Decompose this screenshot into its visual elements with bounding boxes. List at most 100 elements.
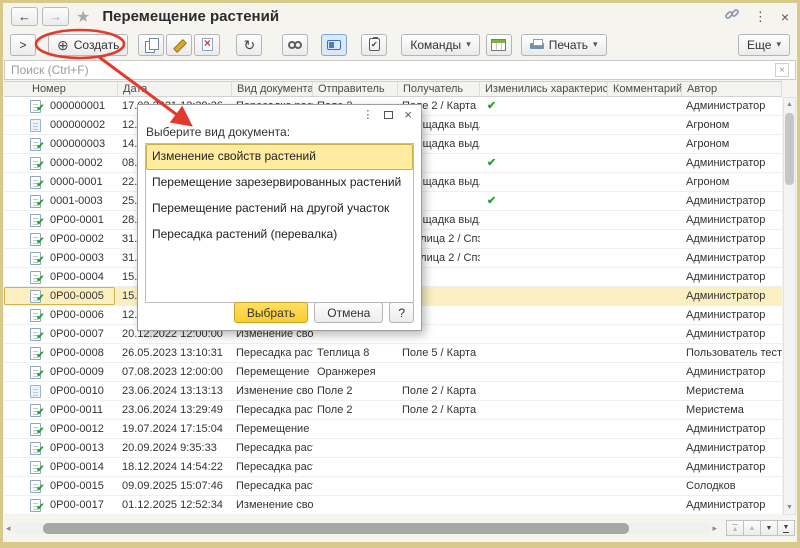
vertical-scroll-thumb[interactable] [785, 113, 794, 185]
table-row[interactable]: 0P00-001320.09.2024 9:35:33Пересадка рас… [4, 439, 782, 458]
copy-button[interactable] [138, 34, 164, 56]
cell-comment [608, 306, 682, 324]
column-header[interactable]: Комментарий [608, 82, 682, 96]
search-input[interactable]: Поиск (Ctrl+F) × [4, 60, 796, 80]
column-header[interactable]: Получатель [398, 82, 480, 96]
mark-deletion-button[interactable] [194, 34, 220, 56]
cell-author: Администратор [682, 458, 782, 476]
document-type-dialog: ⋮ × Выберите вид документа: Изменение св… [137, 104, 422, 331]
print-button-label: Печать [549, 38, 588, 52]
row-icon-cell [24, 477, 46, 495]
cell-number: 0P00-0014 [46, 458, 118, 476]
cell-number: 0P00-0003 [46, 249, 118, 267]
document-posted-icon [30, 404, 41, 417]
cell-number: 0P00-0009 [46, 363, 118, 381]
document-type-option[interactable]: Перемещение растений на другой участок [146, 196, 413, 222]
row-icon-cell [24, 363, 46, 381]
row-icon-cell [24, 325, 46, 343]
go-next-button[interactable]: ▼ [760, 520, 778, 536]
check-posting-button[interactable]: ✔ [361, 34, 387, 56]
cell-comment [608, 382, 682, 400]
document-type-option[interactable]: Перемещение зарезервированных растений [146, 170, 413, 196]
set-period-button[interactable] [282, 34, 308, 56]
panel-toggle-button[interactable] [321, 34, 347, 56]
help-button[interactable]: ? [389, 302, 414, 323]
expand-panel-button[interactable]: > [10, 34, 36, 56]
get-link-icon[interactable] [724, 6, 740, 27]
changed-check-icon: ✔ [484, 157, 496, 169]
cell-number: 0P00-0013 [46, 439, 118, 457]
cell-comment [608, 325, 682, 343]
refresh-button[interactable]: ↻ [236, 34, 262, 56]
choose-button[interactable]: Выбрать [234, 302, 308, 323]
clear-search-icon[interactable]: × [775, 63, 789, 77]
pencil-icon [172, 38, 186, 51]
row-gutter [4, 401, 24, 419]
scroll-right-icon[interactable]: ▸ [711, 523, 720, 534]
cell-number: 0P00-0017 [46, 496, 118, 514]
cell-doc-type: Пересадка раст... [232, 458, 313, 476]
table-row[interactable]: 0P00-001509.09.2025 15:07:46Пересадка ра… [4, 477, 782, 496]
go-previous-button[interactable]: ▲ [743, 520, 761, 536]
table-row[interactable]: 0P00-000907.08.2023 12:00:00Перемещение … [4, 363, 782, 382]
horizontal-scroll-thumb[interactable] [43, 523, 629, 534]
go-last-button[interactable]: ▼ [777, 520, 795, 536]
table-row[interactable]: 0P00-000826.05.2023 13:10:31Пересадка ра… [4, 344, 782, 363]
row-icon-cell [24, 97, 46, 115]
table-row[interactable]: 0P00-001418.12.2024 14:54:22Пересадка ра… [4, 458, 782, 477]
cell-doc-type: Пересадка раст... [232, 344, 313, 362]
document-type-option[interactable]: Изменение свойств растений [146, 144, 413, 170]
table-row[interactable]: 0P00-001023.06.2024 13:13:13Изменение св… [4, 382, 782, 401]
dialog-menu-icon[interactable]: ⋮ [362, 108, 373, 121]
cell-author: Администратор [682, 97, 782, 115]
table-row[interactable]: 0P00-001123.06.2024 13:29:49Пересадка ра… [4, 401, 782, 420]
more-button-label: Еще [747, 38, 771, 52]
scroll-down-icon[interactable]: ▼ [784, 501, 795, 514]
cell-author: Агроном [682, 116, 782, 134]
document-posted-icon [30, 309, 41, 322]
column-header[interactable]: Изменились характеристики [480, 82, 608, 96]
edit-button[interactable] [166, 34, 192, 56]
column-header[interactable]: Автор [682, 82, 782, 96]
go-first-button[interactable]: ▲ [726, 520, 744, 536]
cell-changed [480, 439, 608, 457]
menu-dots-icon[interactable]: ⋮ [754, 9, 767, 25]
close-icon[interactable]: × [781, 9, 789, 25]
cell-receiver [398, 439, 480, 457]
cell-author: Администратор [682, 439, 782, 457]
cell-date: 07.08.2023 12:00:00 [118, 363, 232, 381]
dialog-maximize-icon[interactable] [384, 111, 393, 119]
cell-sender: Поле 2 [313, 401, 398, 419]
column-header[interactable]: Отправитель [313, 82, 398, 96]
row-gutter [4, 439, 24, 457]
more-button[interactable]: Еще ▾ [738, 34, 790, 56]
horizontal-scrollbar[interactable] [13, 523, 711, 534]
table-row[interactable]: 0P00-001701.12.2025 12:52:34Изменение св… [4, 496, 782, 515]
back-button[interactable]: ← [11, 7, 38, 26]
cancel-button[interactable]: Отмена [314, 302, 383, 323]
document-type-option[interactable]: Пересадка растений (перевалка) [146, 222, 413, 248]
scroll-up-icon[interactable]: ▲ [784, 98, 795, 111]
cell-sender [313, 420, 398, 438]
customize-table-button[interactable] [486, 34, 512, 56]
cell-number: 000000003 [46, 135, 118, 153]
cell-date: 26.05.2023 13:10:31 [118, 344, 232, 362]
cell-receiver: Поле 2 / Карта ... [398, 382, 480, 400]
column-header[interactable]: Дата [118, 82, 232, 96]
column-header[interactable]: Номер [4, 82, 118, 96]
favorite-star-icon[interactable]: ★ [76, 7, 90, 27]
print-button[interactable]: Печать ▾ [521, 34, 607, 56]
column-header[interactable]: Вид документа [232, 82, 313, 96]
row-gutter [4, 477, 24, 495]
create-button[interactable]: ⊕ Создать [48, 34, 128, 56]
row-gutter [4, 363, 24, 381]
table-row[interactable]: 0P00-001219.07.2024 17:15:04Перемещение … [4, 420, 782, 439]
dialog-close-icon[interactable]: × [404, 107, 412, 122]
cell-doc-type: Пересадка раст... [232, 477, 313, 495]
vertical-scrollbar[interactable]: ▲ ▼ [783, 97, 796, 515]
commands-button[interactable]: Команды ▾ [401, 34, 479, 56]
scroll-left-icon[interactable]: ◂ [4, 523, 13, 534]
row-icon-cell [24, 268, 46, 286]
forward-button[interactable]: → [42, 7, 69, 26]
cell-changed [480, 135, 608, 153]
